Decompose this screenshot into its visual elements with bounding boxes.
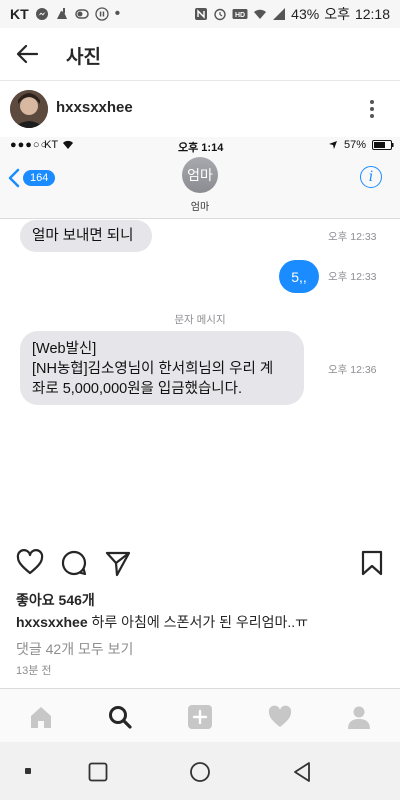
hd-voice-icon: HD (232, 9, 248, 19)
message-bubble-incoming: 얼마 보내면 되니 (20, 220, 152, 252)
profile-icon[interactable] (346, 704, 372, 730)
back-triangle-icon[interactable] (292, 761, 312, 783)
share-icon[interactable] (104, 549, 132, 577)
section-label: 문자 메시지 (174, 314, 226, 326)
bookmark-icon[interactable] (358, 549, 386, 577)
android-status-bar: KT • HD 43% 오후 12:18 (0, 0, 400, 28)
avatar-photo (10, 90, 48, 128)
avatar[interactable] (10, 90, 48, 128)
contact-avatar[interactable]: 엄마 (182, 157, 218, 193)
ios-carrier: KT (44, 139, 59, 151)
search-icon[interactable] (107, 704, 133, 730)
ampm-label: 오후 (324, 6, 350, 22)
view-all-comments-link[interactable]: 댓글 42개 모두 보기 (16, 639, 133, 659)
ios-signal-dots: ●●●○○ (10, 139, 49, 151)
message-text: 얼마 보내면 되니 (32, 228, 134, 244)
home-button-icon[interactable] (189, 761, 211, 783)
nav-dot-icon[interactable] (23, 766, 33, 776)
post-caption: hxxsxxhee 하루 아침에 스폰서가 된 우리엄마..ㅠ (16, 612, 308, 632)
unread-count-badge: 164 (23, 170, 56, 186)
ios-wifi-icon (63, 140, 73, 149)
message-text-line: [Web발신] (32, 341, 97, 357)
activity-heart-icon[interactable] (267, 704, 293, 730)
ios-status-bar: ●●●○○ KT 오후 1:14 57% (0, 137, 400, 154)
message-bubble-outgoing: 5,, (279, 260, 319, 293)
battery-percent: 43% (291, 6, 320, 22)
pause-icon (95, 7, 109, 21)
message-bubble-incoming: [Web발신] [NH농협]김소영님이 한서희님의 우리 계 좌로 5,000,… (20, 331, 304, 405)
cleaner-icon (56, 8, 67, 19)
ios-time: 오후 1:14 (178, 142, 224, 154)
wifi-icon (254, 9, 267, 19)
message-text-line: 좌로 5,000,000원을 입금했습니다. (32, 381, 242, 397)
add-post-icon[interactable] (187, 704, 213, 730)
page-title: 사진 (66, 47, 101, 68)
back-button[interactable] (10, 38, 44, 70)
message-timestamp: 오후 12:33 (328, 271, 377, 283)
more-options-button[interactable] (362, 95, 382, 123)
heart-icon[interactable] (16, 549, 44, 577)
toggle-icon (74, 9, 89, 19)
post-username[interactable]: hxxsxxhee (56, 99, 133, 116)
nfc-icon (195, 8, 208, 20)
svg-text:HD: HD (235, 12, 245, 19)
recent-apps-icon[interactable] (88, 762, 108, 782)
info-icon[interactable]: i (360, 166, 382, 188)
messenger-icon (35, 8, 48, 20)
caption-text: 하루 아침에 스폰서가 된 우리엄마..ㅠ (87, 614, 309, 630)
post-time: 13분 전 (16, 665, 52, 677)
back-arrow-icon (16, 44, 38, 64)
signal-icon (273, 8, 286, 20)
ios-battery-percent: 57% (344, 139, 367, 151)
clock: 12:18 (354, 6, 390, 22)
more-vertical-icon (370, 100, 374, 118)
message-timestamp: 오후 12:36 (328, 364, 377, 376)
ios-location-icon (329, 141, 337, 149)
more-notifications-icon: • (114, 5, 121, 22)
ios-battery-icon (372, 140, 394, 150)
home-icon[interactable] (28, 704, 54, 730)
chevron-left-icon (8, 168, 20, 188)
comment-icon[interactable] (60, 549, 88, 577)
like-count[interactable]: 좋아요 546개 (16, 590, 95, 610)
ios-back-button[interactable]: 164 (8, 168, 56, 188)
message-text: 5,, (291, 268, 307, 285)
app-header (0, 28, 400, 81)
alarm-icon (214, 8, 226, 21)
message-timestamp: 오후 12:33 (328, 231, 377, 243)
caption-username[interactable]: hxxsxxhee (16, 614, 88, 630)
contact-name: 엄마 (190, 202, 210, 213)
carrier-label: KT (10, 6, 29, 22)
message-text-line: [NH농협]김소영님이 한서희님의 우리 계 (32, 361, 274, 377)
